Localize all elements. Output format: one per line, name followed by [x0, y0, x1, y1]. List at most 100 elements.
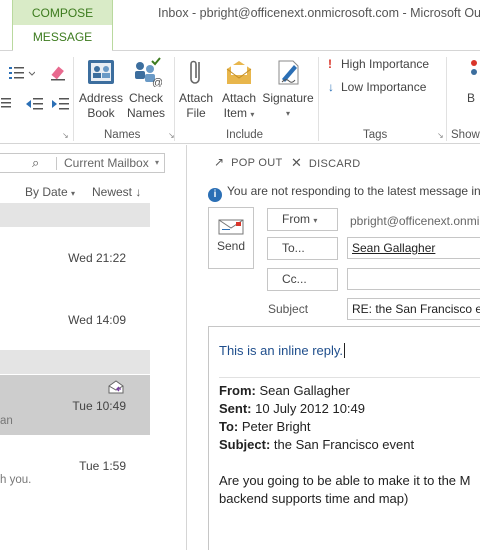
search-box[interactable]: ⌕ Current Mailbox ▾ — [0, 153, 165, 173]
align-button[interactable] — [0, 97, 14, 115]
to-field[interactable]: Sean Gallagher — [347, 237, 480, 259]
tab-message[interactable]: MESSAGE — [13, 25, 112, 51]
quoted-sent-label: Sent: — [219, 401, 252, 416]
basic-text-launcher-icon[interactable]: ↘ — [62, 131, 69, 140]
quoted-body-line: Are you going to be able to make it to t… — [219, 473, 471, 488]
ribbon-divider — [318, 57, 319, 141]
clear-formatting-button[interactable] — [48, 65, 68, 85]
chevron-down-icon: ▾ — [285, 109, 290, 118]
check-names-button[interactable]: @ Check Names — [124, 57, 168, 121]
subject-label: Subject — [268, 302, 309, 316]
message-preview: an — [0, 415, 13, 427]
increase-indent-button[interactable] — [50, 97, 72, 115]
list-item[interactable]: Wed 14:09 — [0, 289, 150, 349]
mail-list-pane: ⌕ Current Mailbox ▾ By Date ▾ Newest ↓ W… — [0, 145, 187, 550]
decrease-indent-icon — [26, 98, 43, 110]
check-names-label-1: Check — [128, 91, 163, 105]
replied-envelope-icon — [108, 380, 124, 394]
send-button[interactable]: Send — [208, 207, 254, 269]
subject-field[interactable]: RE: the San Francisco eve — [347, 298, 480, 320]
cc-button[interactable]: Cc... — [267, 268, 338, 291]
quoted-to-line: To: Peter Bright — [219, 419, 311, 434]
show-button[interactable]: B — [462, 57, 480, 106]
attach-file-label-1: Attach — [178, 91, 214, 105]
bullets-icon — [9, 67, 36, 79]
date-group-header[interactable] — [0, 350, 150, 374]
chevron-down-icon: ▾ — [250, 110, 255, 119]
quoted-from-value: Sean Gallagher — [259, 383, 350, 398]
message-body-editor[interactable]: This is an inline reply. From: Sean Gall… — [208, 326, 480, 550]
arrow-down-icon: ↓ — [328, 80, 334, 94]
search-scope[interactable]: Current Mailbox — [64, 156, 149, 170]
message-time: Wed 21:22 — [68, 251, 126, 265]
tags-launcher-icon[interactable]: ↘ — [437, 131, 444, 140]
discard-button[interactable]: ✕ DISCARD — [291, 155, 361, 171]
quoted-sent-value: 10 July 2012 10:49 — [255, 401, 365, 416]
sort-order-label: Newest — [92, 185, 133, 199]
to-recipient[interactable]: Sean Gallagher — [352, 241, 435, 255]
cc-button-label: Cc... — [282, 272, 307, 286]
quoted-body-line: backend supports time and map) — [219, 491, 409, 506]
info-bar-text: You are not responding to the latest mes… — [227, 184, 480, 198]
to-button[interactable]: To... — [267, 237, 338, 260]
list-item-selected[interactable]: Tue 10:49 an — [0, 375, 150, 435]
tags-group-label: Tags — [363, 129, 388, 141]
quoted-from-line: From: Sean Gallagher — [219, 383, 350, 398]
compose-tools-tab-group: COMPOSE TOOLS MESSAGE — [12, 0, 113, 51]
quoted-to-value: Peter Bright — [241, 419, 311, 434]
sort-by-button[interactable]: By Date ▾ — [25, 185, 75, 199]
chevron-down-icon[interactable]: ▾ — [155, 158, 159, 167]
info-bar[interactable]: i You are not responding to the latest me… — [208, 184, 480, 202]
from-button[interactable]: From ▾ — [267, 208, 338, 231]
address-book-button[interactable]: Address Book — [78, 57, 124, 121]
decrease-indent-button[interactable] — [24, 97, 46, 115]
chevron-down-icon: ▾ — [71, 189, 76, 198]
message-time: Tue 10:49 — [72, 399, 126, 413]
names-group-label: Names — [104, 129, 141, 141]
close-icon: ✕ — [291, 155, 303, 170]
high-importance-label: High Importance — [341, 57, 430, 71]
bullets-button[interactable] — [8, 65, 36, 85]
envelope-icon — [226, 61, 252, 84]
arrow-down-icon: ↓ — [135, 185, 142, 199]
list-item[interactable]: Tue 1:59 h you. — [0, 441, 150, 501]
svg-text:@: @ — [152, 77, 162, 87]
sort-order-button[interactable]: Newest ↓ — [92, 185, 141, 199]
quoted-sent-line: Sent: 10 July 2012 10:49 — [219, 401, 365, 416]
low-importance-button[interactable]: ↓ Low Importance — [328, 80, 440, 95]
cc-field[interactable] — [347, 268, 480, 290]
to-button-label: To... — [282, 241, 305, 255]
attach-file-button[interactable]: Attach File — [176, 57, 216, 121]
ribbon-divider — [446, 57, 447, 141]
ribbon: ↘ Address Book @ Check Names Names ↘ Att… — [0, 50, 480, 144]
quoted-subject-label: Subject: — [219, 437, 271, 452]
send-label: Send — [216, 239, 246, 253]
address-book-icon — [88, 60, 114, 84]
message-time: Wed 14:09 — [68, 313, 126, 327]
pop-out-button[interactable]: ↗ POP OUT — [214, 155, 283, 169]
paperclip-icon — [190, 60, 200, 84]
signature-button[interactable]: Signature ▾ — [260, 57, 316, 121]
pop-out-label: POP OUT — [231, 157, 283, 169]
include-group-label: Include — [226, 129, 264, 141]
discard-label: DISCARD — [308, 158, 361, 170]
signature-icon — [278, 60, 299, 85]
attach-item-label-1: Attach — [221, 91, 257, 105]
attach-item-button[interactable]: Attach Item ▾ — [218, 57, 260, 122]
quoted-subject-line: Subject: the San Francisco event — [219, 437, 414, 452]
text-caret — [344, 343, 346, 358]
list-item[interactable]: Wed 21:22 — [0, 229, 150, 289]
send-envelope-icon — [218, 219, 244, 235]
quoted-subject-value: the San Francisco event — [273, 437, 415, 452]
search-icon[interactable]: ⌕ — [32, 155, 39, 171]
align-icon — [1, 98, 11, 108]
date-group-header[interactable] — [0, 203, 150, 227]
check-names-icon: @ — [135, 57, 163, 89]
quoted-to-label: To: — [219, 419, 239, 434]
eraser-icon — [51, 66, 65, 81]
chevron-down-icon: ▾ — [313, 216, 318, 225]
attach-item-label-text: Item — [223, 106, 247, 120]
window-title: Inbox - pbright@officenext.onmicrosoft.c… — [158, 6, 480, 20]
high-importance-button[interactable]: ! High Importance — [328, 57, 440, 72]
show-button-label: B — [466, 91, 475, 105]
